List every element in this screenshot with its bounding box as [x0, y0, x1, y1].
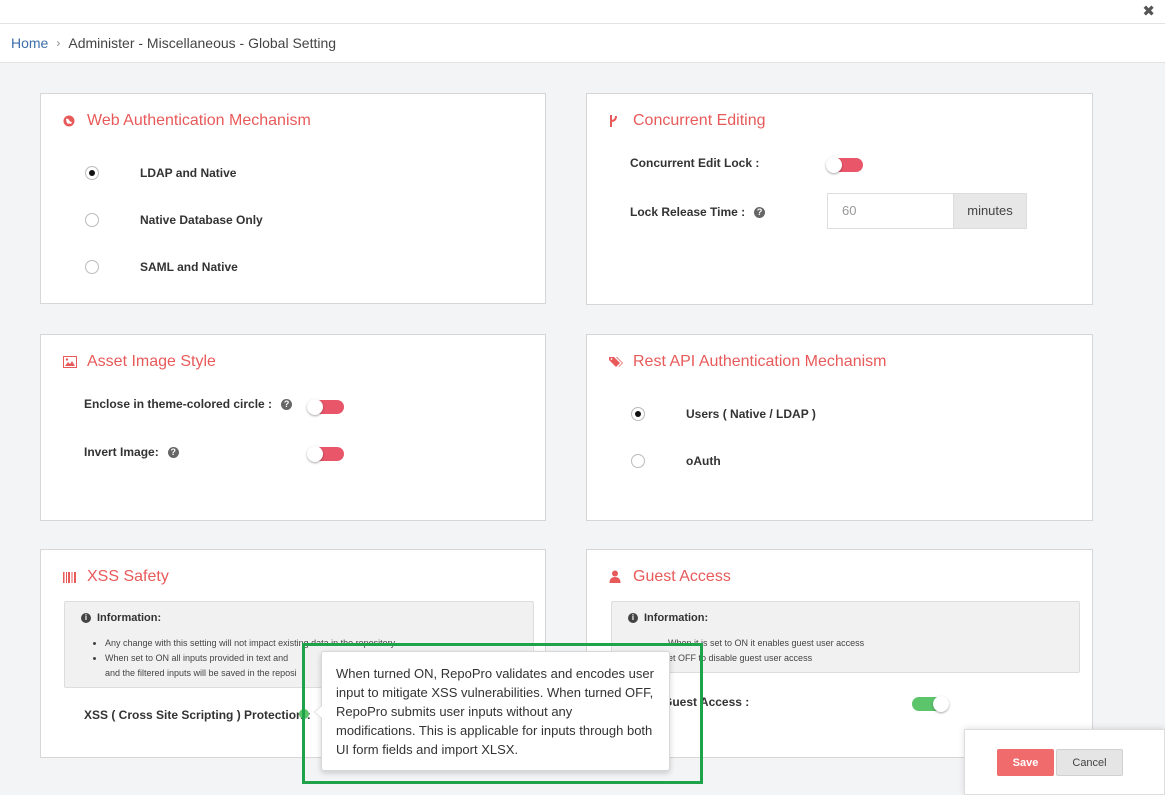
footer-actions: Save Cancel: [964, 729, 1165, 795]
xss-protection-tooltip: When turned ON, RepoPro validates and en…: [314, 651, 670, 771]
branch-icon: [609, 114, 623, 128]
help-icon[interactable]: ?: [754, 206, 766, 218]
cancel-button[interactable]: Cancel: [1056, 749, 1123, 776]
concurrent-edit-lock-toggle[interactable]: [826, 157, 863, 173]
guest-access-toggle[interactable]: [912, 696, 949, 712]
radio-ldap-native[interactable]: LDAP and Native: [85, 166, 236, 180]
web-auth-card: Web Authentication Mechanism LDAP and Na…: [40, 93, 546, 304]
guest-info-box: i Information: When it is set to ON it e…: [611, 601, 1080, 673]
xss-safety-title: XSS Safety: [63, 568, 169, 586]
radio-users-native-ldap[interactable]: Users ( Native / LDAP ): [631, 407, 816, 421]
guest-access-label: Guest Access :: [663, 695, 750, 709]
help-icon[interactable]: ?: [281, 398, 293, 410]
asset-image-style-title: Asset Image Style: [63, 353, 216, 371]
invert-image-label: Invert Image: ?: [84, 445, 179, 459]
radio-button[interactable]: [631, 454, 645, 468]
info-heading: i Information:: [81, 612, 161, 624]
radio-saml-native[interactable]: SAML and Native: [85, 260, 238, 274]
image-icon: [63, 355, 77, 369]
radio-label: Users ( Native / LDAP ): [686, 407, 816, 421]
lock-release-time-label: Lock Release Time : ?: [630, 205, 766, 219]
list-item: Any change with this setting will not im…: [105, 636, 395, 651]
xss-protection-label: XSS ( Cross Site Scripting ) Protection …: [84, 708, 311, 722]
enclose-circle-toggle[interactable]: [307, 399, 344, 415]
radio-native-database-only[interactable]: Native Database Only: [85, 213, 263, 227]
list-item: When set to ON all inputs provided in te…: [105, 651, 305, 666]
asset-image-style-card: Asset Image Style Enclose in theme-color…: [40, 334, 546, 521]
lock-release-time-input[interactable]: 60: [827, 193, 954, 229]
user-icon: [609, 570, 623, 584]
help-icon[interactable]: ?: [167, 446, 179, 458]
page-title: Administer - Miscellaneous - Global Sett…: [68, 35, 337, 51]
globe-icon: [63, 114, 77, 128]
concurrent-edit-lock-label: Concurrent Edit Lock :: [630, 156, 760, 170]
chevron-right-icon: ›: [56, 36, 61, 50]
rest-api-auth-card: Rest API Authentication Mechanism Users …: [586, 334, 1093, 521]
radio-button[interactable]: [85, 166, 99, 180]
close-icon[interactable]: ✖: [1142, 2, 1155, 20]
invert-image-toggle[interactable]: [307, 446, 344, 462]
info-icon: i: [628, 613, 638, 623]
radio-button[interactable]: [631, 407, 645, 421]
info-heading: i Information:: [628, 612, 708, 624]
rest-api-auth-title: Rest API Authentication Mechanism: [609, 353, 886, 371]
concurrent-editing-title: Concurrent Editing: [609, 112, 766, 130]
radio-label: oAuth: [686, 454, 721, 468]
list-item: and the filtered inputs will be saved in…: [105, 668, 297, 678]
info-list: When it is set to ON it enables guest us…: [668, 636, 1128, 666]
radio-label: Native Database Only: [140, 213, 263, 227]
top-bar: ✖: [0, 0, 1165, 24]
xss-protection-toggle[interactable]: [299, 709, 309, 719]
radio-button[interactable]: [85, 260, 99, 274]
save-button[interactable]: Save: [997, 749, 1054, 776]
guest-access-title: Guest Access: [609, 568, 731, 586]
concurrent-editing-card: Concurrent Editing Concurrent Edit Lock …: [586, 93, 1093, 305]
tags-icon: [609, 355, 623, 369]
barcode-icon: [63, 570, 77, 584]
radio-label: SAML and Native: [140, 260, 238, 274]
list-item: et OFF to disable guest user access: [668, 653, 813, 663]
radio-oauth[interactable]: oAuth: [631, 454, 721, 468]
list-item: When it is set to ON it enables guest us…: [668, 638, 865, 648]
breadcrumb: Home › Administer - Miscellaneous - Glob…: [0, 24, 1165, 63]
info-list: Any change with this setting will not im…: [105, 636, 395, 681]
info-icon: i: [81, 613, 91, 623]
radio-label: LDAP and Native: [140, 166, 237, 180]
minutes-addon: minutes: [954, 193, 1027, 229]
breadcrumb-home-link[interactable]: Home: [11, 35, 48, 51]
enclose-circle-label: Enclose in theme-colored circle : ?: [84, 397, 293, 411]
radio-button[interactable]: [85, 213, 99, 227]
web-auth-title: Web Authentication Mechanism: [63, 112, 311, 130]
